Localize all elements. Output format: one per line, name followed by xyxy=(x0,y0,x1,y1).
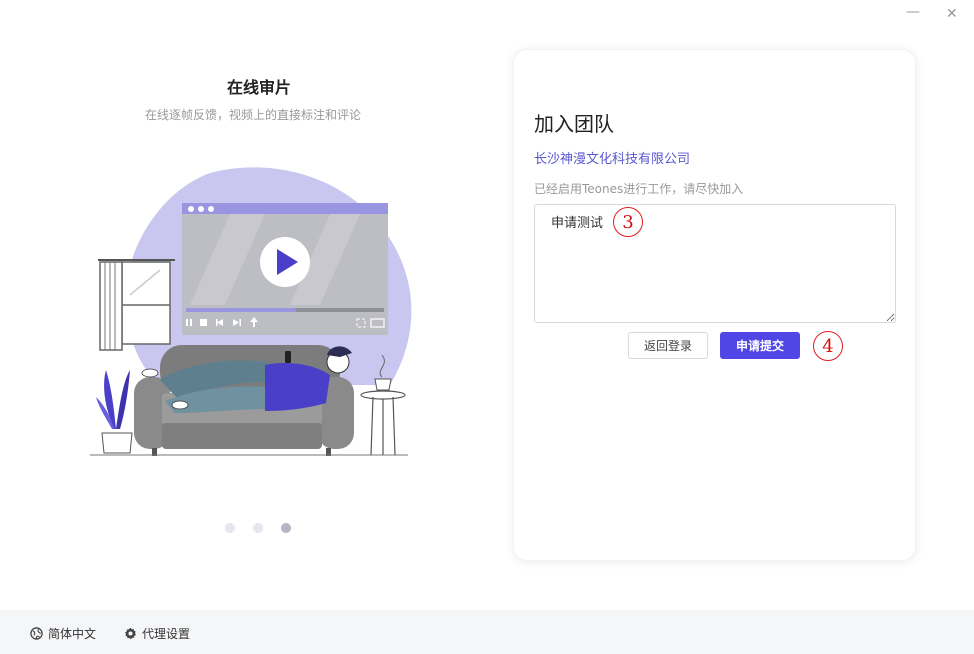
plant-illustration xyxy=(96,370,133,454)
carousel-dot-1[interactable] xyxy=(225,523,235,533)
proxy-settings[interactable]: 代理设置 xyxy=(124,625,190,642)
submit-application-button[interactable]: 申请提交 xyxy=(720,332,800,359)
close-button[interactable]: ✕ xyxy=(946,6,958,22)
join-team-card: 加入团队 长沙神漫文化科技有限公司 已经启用Teones进行工作，请尽快加入 申… xyxy=(513,49,916,561)
language-selector[interactable]: 简体中文 xyxy=(30,625,96,642)
globe-icon xyxy=(30,627,43,640)
carousel-indicator xyxy=(225,523,291,533)
proxy-label: 代理设置 xyxy=(142,627,191,641)
back-to-login-button[interactable]: 返回登录 xyxy=(628,332,708,359)
carousel-dot-3[interactable] xyxy=(281,523,291,533)
illustration xyxy=(90,167,412,456)
language-label: 简体中文 xyxy=(48,627,97,641)
curtain-window xyxy=(98,259,175,351)
footer: 简体中文 代理设置 xyxy=(0,610,974,654)
application-message-input[interactable]: 申请测试 xyxy=(534,204,896,323)
feature-title: 在线审片 xyxy=(226,78,291,97)
carousel-dot-2[interactable] xyxy=(253,523,263,533)
join-hint: 已经启用Teones进行工作，请尽快加入 xyxy=(534,182,744,196)
card-title: 加入团队 xyxy=(534,112,614,136)
annotation-marker-3: 3 xyxy=(613,207,643,237)
minimize-button[interactable]: — xyxy=(906,4,920,20)
annotation-marker-4: 4 xyxy=(813,331,843,361)
company-name: 长沙神漫文化科技有限公司 xyxy=(534,152,691,167)
gear-icon xyxy=(125,627,136,640)
feature-subtitle: 在线逐帧反馈，视频上的直接标注和评论 xyxy=(144,108,361,122)
video-player-illustration xyxy=(182,203,388,335)
